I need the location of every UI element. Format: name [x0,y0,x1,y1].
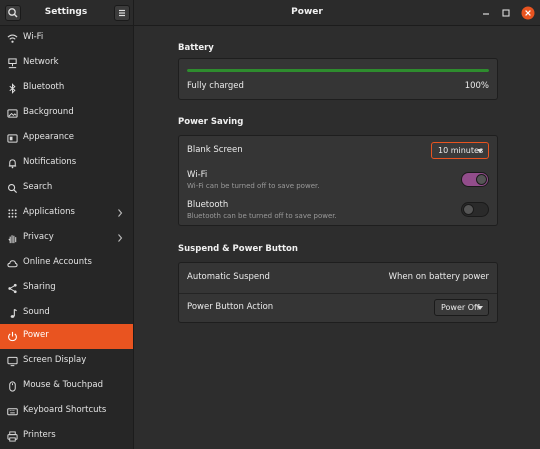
wifi-power-label: Wi-Fi [187,170,208,180]
cloud-icon [7,260,18,268]
app-title: Settings [44,7,88,17]
background-icon [7,109,18,118]
power-panel: Battery Fully charged 100% Power Saving … [134,26,540,449]
power-icon [8,331,17,342]
sidebar-item-wifi[interactable]: Wi-Fi [0,26,133,51]
sidebar-item-label: Bluetooth [23,82,65,92]
sidebar-item-label: Screen Display [23,355,87,365]
share-icon [8,283,17,294]
printer-icon [7,431,18,442]
sidebar-item-label: Mouse & Touchpad [23,380,104,390]
bluetooth-power-label: Bluetooth [187,200,229,210]
chevron-right-icon [118,234,123,242]
search-button[interactable] [5,5,21,21]
blank-screen-dropdown[interactable]: 10 minutes [431,142,489,159]
sidebar-item-appearance[interactable]: Appearance [0,126,133,151]
chevron-down-icon [477,306,483,310]
sidebar-item-sound[interactable]: Sound [0,301,133,326]
page-title: Power [291,7,323,17]
sidebar-item-label: Appearance [23,132,75,142]
battery-level-fill [187,69,489,72]
hand-icon [8,235,17,244]
automatic-suspend-value[interactable]: When on battery power [389,272,489,282]
minimize-icon[interactable] [479,6,493,20]
sidebar-item-label: Wi-Fi [23,32,44,42]
maximize-icon[interactable] [499,6,513,20]
bell-icon [8,159,17,169]
power-button-action-label: Power Button Action [187,302,274,312]
power-saving-section-title: Power Saving [178,117,244,127]
hamburger-menu-icon [119,9,125,17]
battery-status: Fully charged [187,81,244,91]
sidebar-item-label: Power [23,330,49,340]
wifi-icon [7,34,18,43]
sidebar-item-label: Sound [23,307,50,317]
sidebar: Wi-Fi Network Bluetooth Background Appea… [0,26,134,449]
chevron-down-icon [477,149,483,153]
sidebar-item-label: Sharing [23,282,56,292]
bluetooth-icon [9,83,16,94]
wifi-power-description: Wi-Fi can be turned off to save power. [187,182,320,190]
sidebar-item-label: Online Accounts [23,257,92,267]
apps-grid-icon [8,209,17,218]
search-icon [8,8,18,18]
search-icon [8,184,18,194]
sidebar-item-search[interactable]: Search [0,176,133,201]
sidebar-header: Settings [0,0,134,26]
keyboard-icon [7,408,18,416]
sidebar-item-applications[interactable]: Applications [0,201,133,226]
sidebar-item-sharing[interactable]: Sharing [0,276,133,301]
appearance-icon [7,134,18,143]
sidebar-item-label: Keyboard Shortcuts [23,405,107,415]
sidebar-item-label: Privacy [23,232,54,242]
bluetooth-power-description: Bluetooth can be turned off to save powe… [187,212,337,220]
battery-level-bar [187,69,489,72]
toggle-knob [463,204,474,215]
power-saving-panel: Blank Screen 10 minutes Wi-Fi Wi-Fi can … [178,135,498,226]
sidebar-item-label: Applications [23,207,75,217]
suspend-panel: Automatic Suspend When on battery power … [178,262,498,323]
battery-panel: Fully charged 100% [178,58,498,100]
sidebar-item-mouse-touchpad[interactable]: Mouse & Touchpad [0,374,133,399]
mouse-icon [9,381,16,392]
chevron-right-icon [118,209,123,217]
sidebar-item-label: Background [23,107,74,117]
sidebar-item-online-accounts[interactable]: Online Accounts [0,251,133,276]
sidebar-item-privacy[interactable]: Privacy [0,226,133,251]
bluetooth-power-toggle[interactable] [461,202,489,217]
menu-button[interactable] [114,5,130,21]
battery-section-title: Battery [178,43,214,53]
wifi-power-toggle[interactable] [461,172,489,187]
suspend-section-title: Suspend & Power Button [178,244,298,254]
display-icon [7,356,18,367]
sidebar-item-bluetooth[interactable]: Bluetooth [0,76,133,101]
battery-percent: 100% [464,81,489,91]
sidebar-item-label: Notifications [23,157,77,167]
sidebar-item-power[interactable]: Power [0,324,133,349]
blank-screen-label: Blank Screen [187,145,243,155]
toggle-knob [476,174,487,185]
sidebar-item-printers[interactable]: Printers [0,424,133,449]
sidebar-item-label: Search [23,182,53,192]
header-bar: Settings Power [0,0,540,26]
automatic-suspend-label[interactable]: Automatic Suspend [187,272,270,282]
sidebar-item-background[interactable]: Background [0,101,133,126]
power-button-action-value: Power Off [441,303,480,312]
sidebar-item-notifications[interactable]: Notifications [0,151,133,176]
music-note-icon [10,308,17,318]
network-icon [8,58,17,69]
sidebar-item-network[interactable]: Network [0,51,133,76]
row-divider [179,293,497,294]
sidebar-item-label: Network [23,57,59,67]
sidebar-item-screen-display[interactable]: Screen Display [0,349,133,374]
sidebar-item-keyboard-shortcuts[interactable]: Keyboard Shortcuts [0,399,133,424]
sidebar-item-label: Printers [23,430,56,440]
power-button-action-dropdown[interactable]: Power Off [434,299,489,316]
close-icon[interactable] [521,6,535,20]
